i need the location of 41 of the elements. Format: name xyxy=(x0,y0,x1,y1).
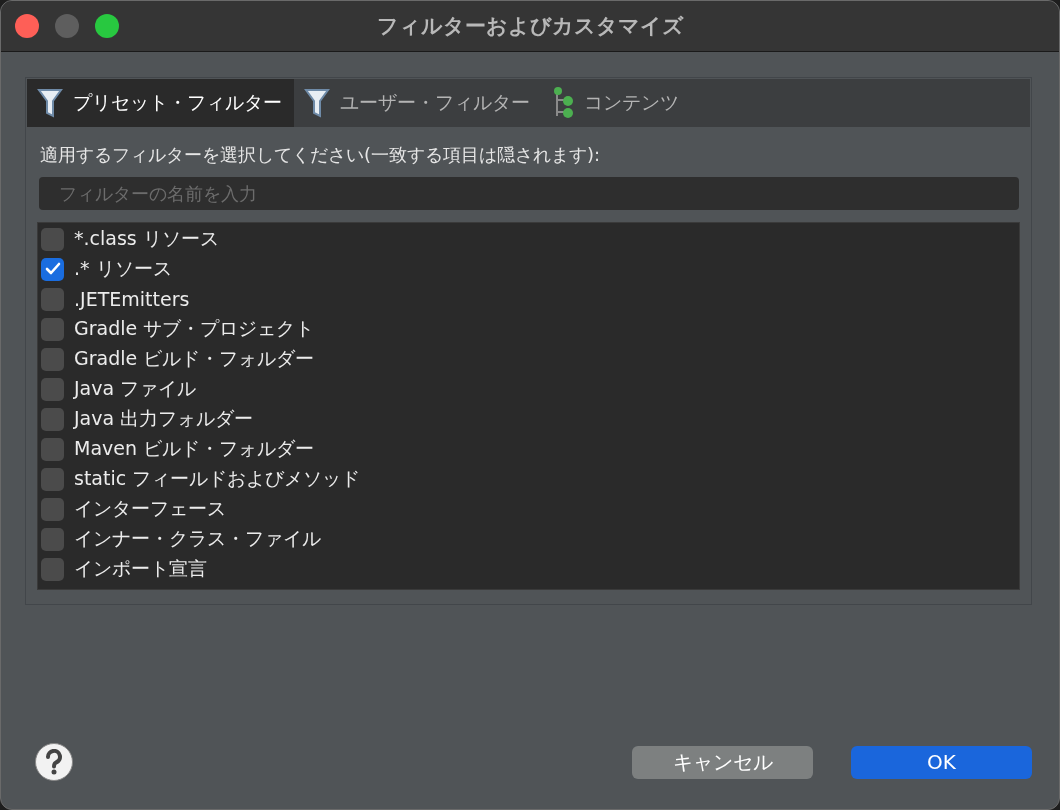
checkbox[interactable] xyxy=(41,287,64,311)
checkbox[interactable] xyxy=(41,227,64,251)
checkbox[interactable] xyxy=(41,467,64,491)
filter-label: *.class リソース xyxy=(74,226,219,251)
checkbox[interactable] xyxy=(41,527,64,551)
filter-label: Gradle サブ・プロジェクト xyxy=(74,316,315,341)
zoom-button[interactable] xyxy=(95,14,119,38)
minimize-button[interactable] xyxy=(55,14,79,38)
filter-label: .JETEmitters xyxy=(74,288,190,310)
filter-label: .* リソース xyxy=(74,256,172,281)
funnel-icon xyxy=(37,87,63,119)
funnel-icon xyxy=(304,87,330,119)
tab[interactable]: プリセット・フィルター xyxy=(27,79,294,127)
search-field[interactable]: フィルターの名前を入力 xyxy=(39,177,1019,210)
filter-label: Java 出力フォルダー xyxy=(74,406,254,431)
help-button[interactable] xyxy=(35,743,73,781)
checkbox[interactable] xyxy=(41,557,64,581)
filter-label: Gradle ビルド・フォルダー xyxy=(74,346,315,371)
tab[interactable]: ユーザー・フィルター xyxy=(294,79,542,127)
filter-label: インターフェース xyxy=(74,496,226,521)
checkbox[interactable] xyxy=(41,437,64,461)
filter-label: Maven ビルド・フォルダー xyxy=(74,436,315,461)
close-button[interactable] xyxy=(15,14,39,38)
filter-label: Java ファイル xyxy=(74,376,197,401)
tree-icon xyxy=(552,86,574,120)
filter-label: インナー・クラス・ファイル xyxy=(74,526,321,551)
question-mark-icon xyxy=(45,749,63,775)
checkbox[interactable] xyxy=(41,377,64,401)
checkbox[interactable] xyxy=(41,407,64,431)
tab[interactable]: コンテンツ xyxy=(542,79,691,127)
checkbox[interactable] xyxy=(41,497,64,521)
ok-button[interactable]: OK xyxy=(851,745,1032,779)
window-title: フィルターおよびカスタマイズ xyxy=(376,14,684,38)
checkbox[interactable] xyxy=(41,317,64,341)
checkmark-icon xyxy=(44,262,61,276)
filter-label: static フィールドおよびメソッド xyxy=(74,466,361,491)
cancel-button[interactable]: キャンセル xyxy=(632,745,813,779)
checkbox[interactable] xyxy=(41,347,64,371)
instruction-text: 適用するフィルターを選択してください(一致する項目は隠されます): xyxy=(39,143,602,167)
checkbox[interactable] xyxy=(41,257,64,281)
filter-label: インポート宣言 xyxy=(74,556,207,581)
